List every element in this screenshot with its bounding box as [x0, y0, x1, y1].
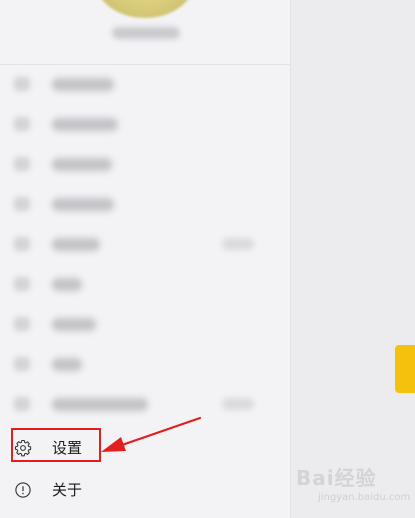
blurred-icon — [14, 357, 30, 371]
menu-item-blurred[interactable] — [0, 224, 290, 264]
info-icon — [15, 482, 31, 498]
menu-item-blurred[interactable] — [0, 344, 290, 384]
accent-tab[interactable] — [395, 345, 415, 393]
blurred-badge — [222, 238, 254, 250]
blurred-label — [52, 158, 112, 171]
blurred-label — [52, 278, 82, 291]
blurred-label — [52, 118, 118, 131]
menu-item-blurred[interactable] — [0, 304, 290, 344]
about-label: 关于 — [52, 481, 83, 499]
blurred-label — [52, 318, 96, 331]
blurred-label — [52, 198, 114, 211]
blurred-icon — [14, 77, 30, 91]
menu-item-about[interactable]: 关于 — [0, 470, 290, 510]
blurred-icon — [14, 277, 30, 291]
menu-item-blurred[interactable] — [0, 64, 290, 104]
blurred-icon — [14, 117, 30, 131]
blurred-icon — [14, 197, 30, 211]
menu-item-blurred[interactable] — [0, 144, 290, 184]
blurred-icon — [14, 237, 30, 251]
blurred-label — [52, 238, 100, 251]
main-content-area — [291, 0, 415, 518]
menu-item-blurred[interactable] — [0, 264, 290, 304]
blurred-icon — [14, 317, 30, 331]
annotation-arrow — [101, 416, 202, 452]
blurred-icon — [14, 157, 30, 171]
menu-item-blurred[interactable] — [0, 104, 290, 144]
blurred-badge — [222, 398, 254, 410]
settings-highlight-box — [11, 428, 101, 462]
blurred-icon — [14, 397, 30, 411]
user-avatar[interactable] — [95, 0, 195, 18]
watermark-logo: Bai经验 — [296, 466, 377, 490]
watermark-url: jingyan.baidu.com — [318, 492, 411, 503]
menu-item-blurred[interactable] — [0, 184, 290, 224]
blurred-label — [52, 358, 82, 371]
blurred-label — [52, 78, 114, 91]
username-blurred — [112, 27, 180, 39]
